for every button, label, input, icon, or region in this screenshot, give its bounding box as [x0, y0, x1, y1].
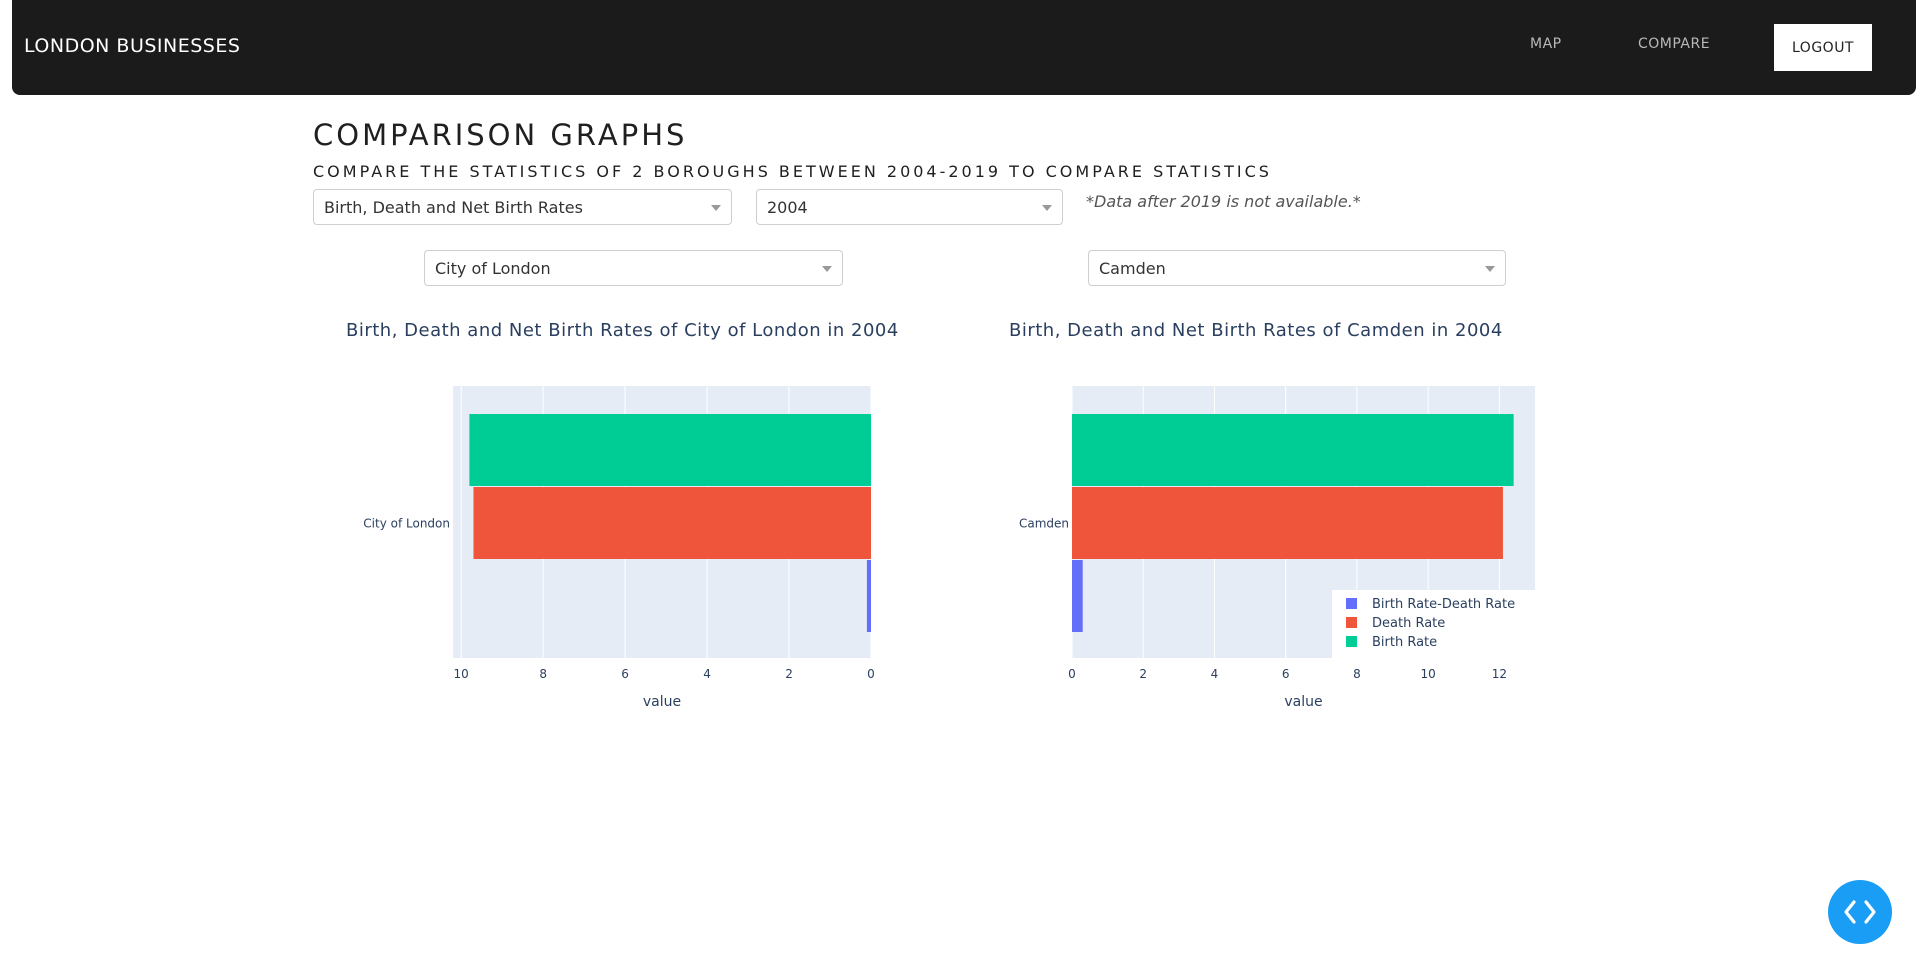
- brand-title[interactable]: LONDON BUSINESSES: [24, 35, 240, 57]
- legend-item-birth-rate-death-rate: Birth Rate-Death Rate: [1372, 597, 1515, 612]
- chart-left-title: Birth, Death and Net Birth Rates of City…: [346, 320, 899, 341]
- data-availability-note: *Data after 2019 is not available.*: [1086, 192, 1361, 211]
- bar-death-rate: [473, 487, 871, 559]
- x-tick-label: 2: [1139, 667, 1147, 681]
- chevron-down-icon: [1485, 266, 1495, 272]
- x-axis-title: value: [643, 694, 681, 710]
- chevron-down-icon: [822, 266, 832, 272]
- x-tick-label: 0: [1068, 667, 1076, 681]
- borough-left-select-value: City of London: [435, 258, 551, 278]
- chevron-down-icon: [1042, 205, 1052, 211]
- x-tick-label: 4: [703, 667, 711, 681]
- x-tick-label: 8: [1353, 667, 1361, 681]
- x-tick-label: 6: [1282, 667, 1290, 681]
- x-tick-label: 2: [785, 667, 793, 681]
- x-tick-label: 10: [454, 667, 469, 681]
- borough-right-select-value: Camden: [1099, 258, 1166, 278]
- nav-link-compare[interactable]: COMPARE: [1638, 36, 1710, 52]
- year-select[interactable]: 2004: [756, 189, 1063, 225]
- legend-swatch-birth-rate-death-rate: [1346, 598, 1357, 609]
- bar-birth-rate-death-rate: [1072, 560, 1083, 632]
- bar-death-rate: [1072, 487, 1503, 559]
- x-tick-label: 4: [1211, 667, 1219, 681]
- top-navbar: LONDON BUSINESSES MAP COMPARE LOGOUT: [12, 0, 1916, 95]
- code-toggle-button[interactable]: [1828, 880, 1892, 944]
- x-tick-label: 12: [1492, 667, 1507, 681]
- page-title: COMPARISON GRAPHS: [313, 118, 688, 152]
- x-tick-label: 0: [867, 667, 875, 681]
- legend-swatch-death-rate: [1346, 617, 1357, 628]
- chevron-down-icon: [711, 205, 721, 211]
- code-brackets-icon: [1844, 900, 1876, 924]
- year-select-value: 2004: [767, 197, 808, 217]
- y-category-label: City of London: [363, 517, 450, 531]
- x-tick-label: 6: [621, 667, 629, 681]
- borough-left-select[interactable]: City of London: [424, 250, 843, 286]
- metric-select[interactable]: Birth, Death and Net Birth Rates: [313, 189, 732, 225]
- bar-birth-rate: [469, 414, 871, 486]
- logout-button[interactable]: LOGOUT: [1774, 24, 1872, 71]
- legend-item-birth-rate: Birth Rate: [1372, 635, 1437, 650]
- chart-left: 10 8 6 4 2 0 City of London value: [363, 386, 875, 710]
- bar-birth-rate-death-rate: [866, 560, 871, 632]
- borough-right-select[interactable]: Camden: [1088, 250, 1506, 286]
- x-axis-title: value: [1284, 694, 1322, 710]
- x-tick-label: 10: [1421, 667, 1436, 681]
- metric-select-value: Birth, Death and Net Birth Rates: [324, 197, 583, 217]
- x-tick-label: 8: [539, 667, 547, 681]
- chart-right: 0 2 4 6 8 10 12 Camden value Birth Rate-Death Rat…: [1019, 386, 1535, 710]
- legend-item-death-rate: Death Rate: [1372, 616, 1445, 631]
- y-category-label: Camden: [1019, 517, 1069, 531]
- legend-swatch-birth-rate: [1346, 636, 1357, 647]
- page-subtitle: COMPARE THE STATISTICS OF 2 BOROUGHS BET…: [313, 162, 1272, 181]
- nav-link-map[interactable]: MAP: [1530, 36, 1562, 52]
- chart-right-title: Birth, Death and Net Birth Rates of Camd…: [1009, 320, 1503, 341]
- bar-birth-rate: [1072, 414, 1514, 486]
